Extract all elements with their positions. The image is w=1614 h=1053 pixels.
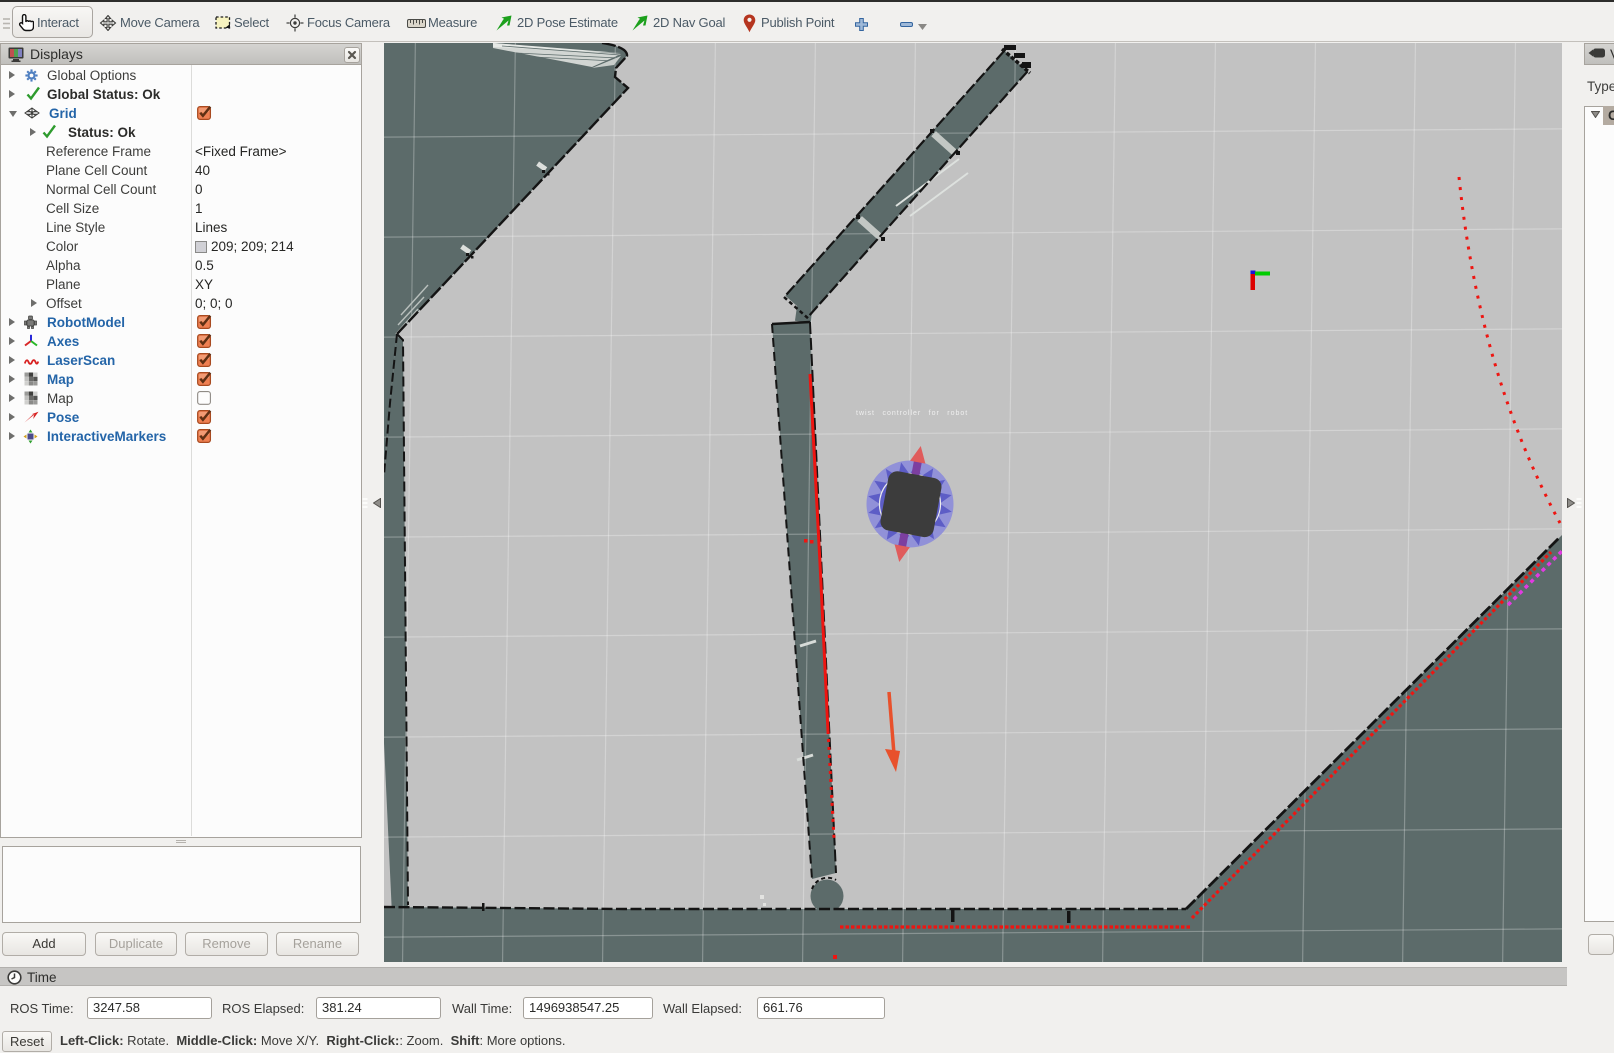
svg-text:twist controller for robot: twist controller for robot [856,410,968,417]
